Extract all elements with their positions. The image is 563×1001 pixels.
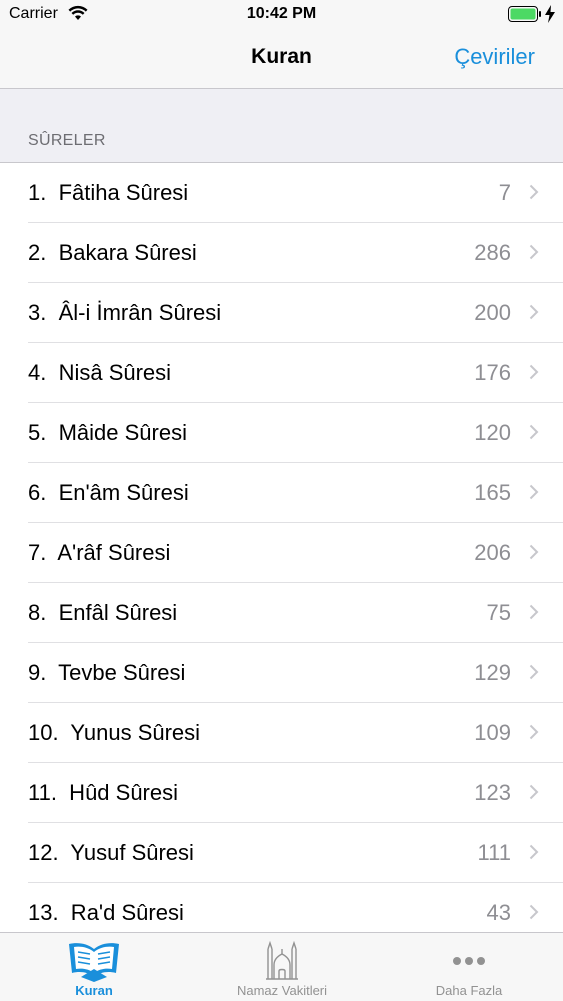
battery-icon	[508, 6, 541, 22]
mosque-icon	[266, 940, 298, 980]
surah-name: 4. Nisâ Sûresi	[28, 360, 172, 385]
surah-name: 10. Yunus Sûresi	[28, 720, 201, 745]
surah-name: 12. Yusuf Sûresi	[28, 840, 194, 865]
section-header: SÛRELER	[28, 132, 106, 149]
navigation-bar: Kuran Çeviriler	[0, 30, 563, 89]
verse-count: 109	[474, 720, 511, 745]
surah-name: 2. Bakara Sûresi	[28, 240, 197, 265]
translations-button[interactable]: Çeviriler	[454, 44, 535, 70]
verse-count: 206	[474, 540, 511, 565]
verse-count: 111	[477, 840, 511, 865]
tab-label-daha-fazla: Daha Fazla	[435, 983, 503, 998]
tab-daha-fazla[interactable]: Daha Fazla	[375, 933, 563, 1001]
surah-name: 5. Mâide Sûresi	[28, 420, 187, 445]
more-dots-icon	[453, 957, 485, 965]
surah-row[interactable]: 3. Âl-i İmrân Sûresi 200	[28, 283, 563, 343]
surah-row[interactable]: 12. Yusuf Sûresi 111	[28, 823, 563, 883]
surah-row[interactable]: 6. En'âm Sûresi 165	[28, 463, 563, 523]
chevron-right-icon	[529, 724, 539, 740]
chevron-right-icon	[529, 544, 539, 560]
surah-row[interactable]: 9. Tevbe Sûresi 129	[28, 643, 563, 703]
chevron-right-icon	[529, 184, 539, 200]
status-time: 10:42 PM	[246, 5, 317, 22]
tab-kuran[interactable]: Kuran	[0, 933, 188, 1001]
surah-row[interactable]: 10. Yunus Sûresi 109	[28, 703, 563, 763]
verse-count: 120	[474, 420, 511, 445]
surah-name: 6. En'âm Sûresi	[28, 480, 189, 505]
chevron-right-icon	[529, 844, 539, 860]
status-bar: Carrier 10:42 PM	[0, 0, 563, 30]
chevron-right-icon	[529, 304, 539, 320]
surah-name: 13. Ra'd Sûresi	[28, 900, 184, 925]
surah-name: 3. Âl-i İmrân Sûresi	[28, 300, 222, 325]
surah-row[interactable]: 2. Bakara Sûresi 286	[28, 223, 563, 283]
surah-row[interactable]: 1. Fâtiha Sûresi 7	[28, 163, 563, 223]
quran-book-icon	[69, 943, 119, 982]
surah-name: 9. Tevbe Sûresi	[28, 660, 186, 685]
surah-row[interactable]: 13. Ra'd Sûresi 43	[28, 883, 563, 933]
surah-row[interactable]: 11. Hûd Sûresi 123	[28, 763, 563, 823]
verse-count: 165	[474, 480, 511, 505]
chevron-right-icon	[529, 784, 539, 800]
chevron-right-icon	[529, 484, 539, 500]
surah-name: 11. Hûd Sûresi	[28, 780, 179, 805]
surah-row[interactable]: 4. Nisâ Sûresi 176	[28, 343, 563, 403]
verse-count: 123	[474, 780, 511, 805]
verse-count: 75	[486, 600, 511, 625]
chevron-right-icon	[529, 364, 539, 380]
chevron-right-icon	[529, 664, 539, 680]
tab-label-kuran: Kuran	[75, 983, 113, 998]
chevron-right-icon	[529, 604, 539, 620]
tab-label-namaz-vakitleri: Namaz Vakitleri	[236, 983, 328, 998]
chevron-right-icon	[529, 424, 539, 440]
chevron-right-icon	[529, 244, 539, 260]
surah-row[interactable]: 7. A'râf Sûresi 206	[28, 523, 563, 583]
verse-count: 43	[486, 900, 511, 925]
surah-name: 1. Fâtiha Sûresi	[28, 180, 189, 205]
surah-name: 8. Enfâl Sûresi	[28, 600, 178, 625]
tab-namaz-vakitleri[interactable]: Namaz Vakitleri	[188, 933, 376, 1001]
charging-bolt-icon	[545, 5, 555, 23]
verse-count: 200	[474, 300, 511, 325]
verse-count: 7	[498, 180, 511, 205]
chevron-right-icon	[529, 904, 539, 920]
verse-count: 129	[474, 660, 511, 685]
surah-list[interactable]: 1. Fâtiha Sûresi 7 2. Bakara Sûresi 286 3. Â…	[0, 162, 563, 933]
surah-row[interactable]: 5. Mâide Sûresi 120	[28, 403, 563, 463]
tab-bar: Kuran Namaz Vakitleri Daha Fazla	[0, 932, 563, 1001]
verse-count: 286	[474, 240, 511, 265]
verse-count: 176	[474, 360, 511, 385]
surah-row[interactable]: 8. Enfâl Sûresi 75	[28, 583, 563, 643]
surah-name: 7. A'râf Sûresi	[28, 540, 171, 565]
